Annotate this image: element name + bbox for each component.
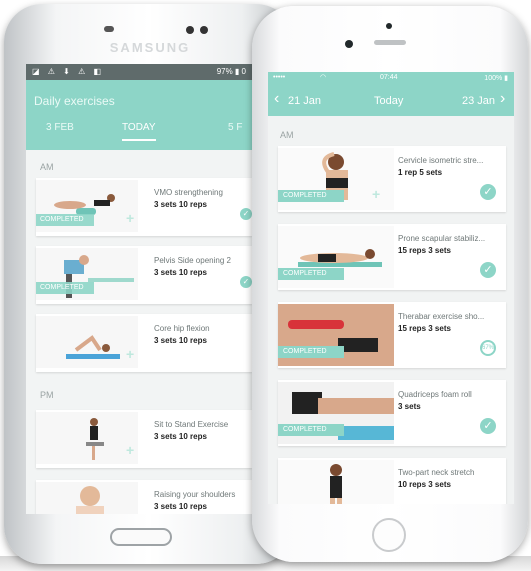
check-icon[interactable]: ✓: [240, 276, 252, 288]
notification-icons: ◪ ⚠ ⬇ ⚠ ◧: [32, 67, 105, 76]
earpiece: [104, 26, 114, 32]
exercise-card[interactable]: COMPLETED Quadriceps foam roll 3 sets ✓: [278, 380, 506, 446]
exercise-name: Core hip flexion: [154, 324, 210, 333]
exercise-name: Therabar exercise sho...: [398, 312, 485, 321]
iphone-home-button[interactable]: [372, 518, 406, 552]
earpiece: [374, 40, 406, 45]
section-am: AM: [40, 162, 54, 172]
exercise-name: Quadriceps foam roll: [398, 390, 472, 399]
wifi-icon: ◠: [320, 74, 327, 81]
android-status-bar: ◪ ⚠ ⬇ ⚠ ◧ 97% ▮ 0: [26, 64, 252, 80]
add-icon[interactable]: +: [126, 346, 134, 362]
completed-badge: COMPLETED: [36, 214, 94, 226]
battery-indicator: 100% ▮: [484, 75, 508, 82]
check-icon[interactable]: ✓: [480, 262, 496, 278]
tab-next-day[interactable]: 5 F: [228, 122, 242, 133]
exercise-reps: 10 reps 3 sets: [398, 480, 451, 489]
sensor-icon: [200, 26, 208, 34]
exercise-card[interactable]: COMPLETED Pelvis Side opening 2 3 sets 1…: [36, 246, 252, 304]
previous-day-link[interactable]: 21 Jan: [288, 95, 321, 107]
exercise-thumbnail: [36, 316, 138, 368]
exercise-name: Raising your shoulders: [154, 490, 236, 499]
completed-badge: COMPLETED: [278, 424, 344, 436]
exercise-reps: 1 rep 5 sets: [398, 168, 443, 177]
battery-indicator: 97% ▮ 0: [216, 67, 246, 76]
exercise-card[interactable]: Raising your shoulders 3 sets 10 reps: [36, 480, 252, 514]
two-part-neck-stretch-image: [330, 464, 342, 504]
nav-title: Today: [374, 95, 404, 107]
signal-strength: •••••: [273, 74, 286, 81]
exercise-thumbnail: [36, 412, 138, 464]
exercise-reps: 3 sets 10 reps: [154, 200, 207, 209]
exercise-name: VMO strengthening: [154, 188, 223, 197]
ios-status-bar: ••••• ◠ 07:44 100% ▮: [268, 72, 514, 86]
check-icon[interactable]: ✓: [240, 208, 252, 220]
exercise-reps: 3 sets 10 reps: [154, 268, 207, 277]
exercise-reps: 3 sets 10 reps: [154, 502, 207, 511]
date-navigation: ‹ 21 Jan Today 23 Jan ›: [268, 86, 514, 116]
completed-badge: COMPLETED: [36, 282, 94, 294]
check-icon[interactable]: ✓: [480, 184, 496, 200]
exercise-name: Two-part neck stretch: [398, 468, 475, 477]
exercise-card[interactable]: COMPLETED + Cervicle isometric stre... 1…: [278, 146, 506, 212]
chevron-left-icon[interactable]: ‹: [274, 90, 279, 108]
section-am: AM: [280, 130, 294, 140]
section-pm: PM: [40, 390, 54, 400]
exercise-card[interactable]: COMPLETED + VMO strengthening 3 sets 10 …: [36, 178, 252, 236]
exercise-card[interactable]: COMPLETED Therabar exercise sho... 15 re…: [278, 302, 506, 368]
front-camera-icon: [345, 40, 353, 48]
exercise-card[interactable]: + Sit to Stand Exercise 3 sets 10 reps: [36, 410, 252, 468]
progress-ring-icon[interactable]: 67%: [480, 340, 496, 356]
exercise-reps: 3 sets: [398, 402, 421, 411]
exercise-card[interactable]: + Core hip flexion 3 sets 10 reps: [36, 314, 252, 372]
core-hip-flexion-image: [66, 335, 120, 359]
tab-3-feb[interactable]: 3 FEB: [46, 122, 74, 133]
tab-today[interactable]: TODAY: [122, 122, 156, 141]
phone-brand-logo: SAMSUNG: [109, 40, 191, 55]
exercise-reps: 3 sets 10 reps: [154, 432, 207, 441]
chevron-right-icon[interactable]: ›: [500, 90, 505, 108]
completed-badge: COMPLETED: [278, 190, 344, 202]
exercise-reps: 15 reps 3 sets: [398, 246, 451, 255]
completed-badge: COMPLETED: [278, 346, 344, 358]
samsung-home-button[interactable]: [110, 528, 172, 546]
check-icon[interactable]: ✓: [480, 418, 496, 434]
android-screen: ◪ ⚠ ⬇ ⚠ ◧ 97% ▮ 0 Daily exercises 3 FEB …: [26, 64, 252, 514]
exercise-reps: 15 reps 3 sets: [398, 324, 451, 333]
completed-badge: COMPLETED: [278, 268, 344, 280]
raising-shoulders-image: [76, 486, 104, 514]
exercise-name: Prone scapular stabiliz...: [398, 234, 486, 243]
exercise-thumbnail: [36, 482, 138, 514]
exercise-card[interactable]: COMPLETED Prone scapular stabiliz... 15 …: [278, 224, 506, 290]
add-icon[interactable]: +: [126, 210, 134, 226]
status-time: 07:44: [380, 74, 398, 81]
add-icon[interactable]: +: [372, 186, 380, 202]
exercise-card[interactable]: Two-part neck stretch 10 reps 3 sets: [278, 458, 506, 504]
exercise-name: Sit to Stand Exercise: [154, 420, 229, 429]
front-camera-icon: [186, 26, 194, 34]
exercise-thumbnail: [278, 460, 394, 504]
next-day-link[interactable]: 23 Jan: [462, 95, 495, 107]
exercise-reps: 3 sets 10 reps: [154, 336, 207, 345]
ios-screen: ••••• ◠ 07:44 100% ▮ ‹ 21 Jan Today 23 J…: [268, 72, 514, 504]
page-title: Daily exercises: [34, 94, 115, 108]
add-icon[interactable]: +: [126, 442, 134, 458]
exercise-name: Cervicle isometric stre...: [398, 156, 484, 165]
proximity-sensor: [386, 23, 392, 29]
exercise-name: Pelvis Side opening 2: [154, 256, 231, 265]
sit-to-stand-image: [86, 418, 104, 460]
